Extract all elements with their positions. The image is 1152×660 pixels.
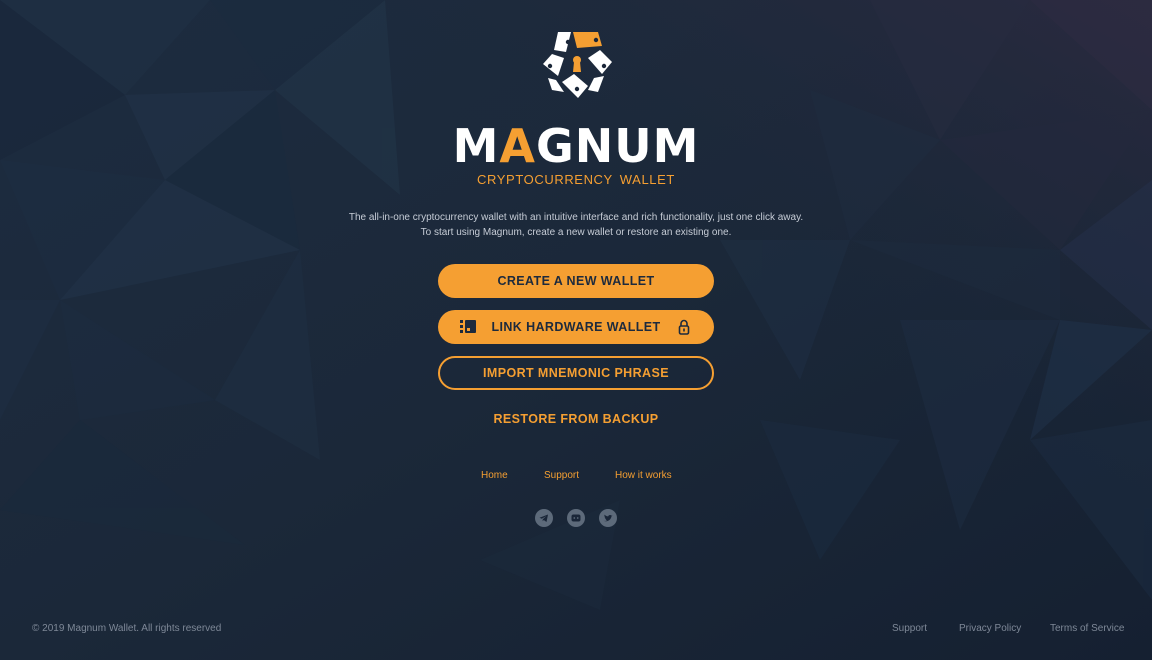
welcome-page: MAGNUM CRYPTOCURRENCY WALLET The all-in-… (0, 0, 1152, 660)
create-wallet-button[interactable]: CREATE A NEW WALLET (438, 264, 714, 298)
link-hardware-wallet-label: LINK HARDWARE WALLET (491, 320, 661, 334)
intro-description: The all-in-one cryptocurrency wallet wit… (0, 210, 1152, 240)
import-mnemonic-label: IMPORT MNEMONIC PHRASE (483, 366, 669, 380)
twitter-icon[interactable] (599, 509, 617, 527)
restore-backup-row: RESTORE FROM BACKUP (0, 412, 1152, 426)
footer-support-link[interactable]: Support (892, 623, 927, 634)
magnum-logo-icon (543, 32, 612, 98)
nav-how-it-works-link[interactable]: How it works (615, 470, 672, 481)
telegram-icon[interactable] (535, 509, 553, 527)
restore-backup-link[interactable]: RESTORE FROM BACKUP (493, 412, 658, 426)
footer-copyright: © 2019 Magnum Wallet. All rights reserve… (32, 623, 222, 634)
nav-support-link[interactable]: Support (544, 470, 579, 481)
create-wallet-label: CREATE A NEW WALLET (497, 274, 655, 288)
lock-icon (678, 319, 690, 335)
footer-terms-link[interactable]: Terms of Service (1050, 623, 1124, 634)
nav-home-link[interactable]: Home (481, 470, 508, 481)
intro-line-1: The all-in-one cryptocurrency wallet wit… (348, 212, 804, 223)
import-mnemonic-button[interactable]: IMPORT MNEMONIC PHRASE (438, 356, 714, 390)
hardware-wallet-icon (460, 320, 476, 333)
brand-title: MAGNUM (452, 119, 700, 173)
twitter-glyph (603, 514, 613, 522)
link-hardware-wallet-button[interactable]: LINK HARDWARE WALLET (438, 310, 714, 344)
discord-glyph (571, 514, 581, 522)
intro-line-2: To start using Magnum, create a new wall… (420, 227, 732, 238)
discord-icon[interactable] (567, 509, 585, 527)
telegram-glyph (539, 514, 548, 522)
brand-subtitle: CRYPTOCURRENCY WALLET (477, 172, 675, 187)
footer-privacy-link[interactable]: Privacy Policy (959, 623, 1021, 634)
